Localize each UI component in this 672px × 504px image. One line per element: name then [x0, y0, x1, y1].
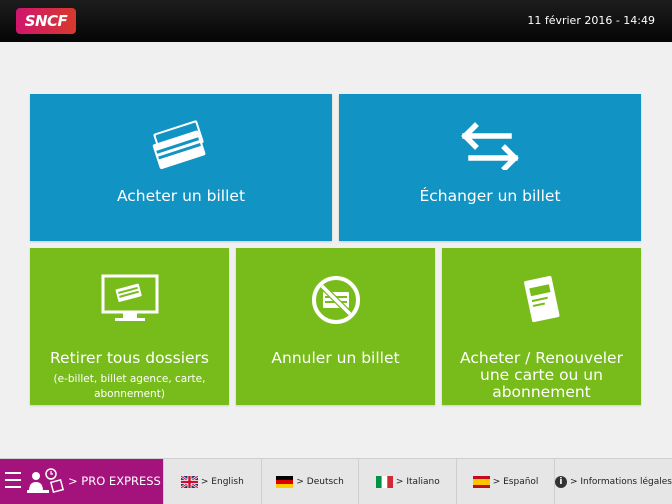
spain-flag-icon [472, 475, 490, 488]
language-deutsch-label: > Deutsch [296, 476, 344, 487]
collect-bookings-subtitle: (e-billet, billet agence, carte, abonnem… [53, 373, 206, 400]
legal-info-button[interactable]: i > Informations légales [553, 459, 672, 504]
language-deutsch-button[interactable]: > Deutsch [260, 459, 359, 504]
cancel-ticket-icon [236, 274, 435, 326]
info-icon: i [554, 475, 567, 488]
cancel-ticket-label: Annuler un billet [271, 349, 400, 367]
language-espanol-label: > Español [492, 476, 539, 487]
language-italiano-button[interactable]: > Italiano [358, 459, 457, 504]
language-english-button[interactable]: > English [163, 459, 261, 504]
italy-flag-icon [375, 475, 393, 488]
exchange-ticket-tile[interactable]: Échanger un billet [339, 94, 641, 241]
buy-ticket-tile[interactable]: Acheter un billet [30, 94, 332, 241]
sncf-logo: SNCF [16, 8, 76, 34]
main-menu: Acheter un billet Échanger un billet Ret… [0, 42, 672, 458]
datetime-display: 11 février 2016 - 14:49 [527, 14, 655, 27]
pro-express-label: > PRO EXPRESS [68, 474, 161, 488]
germany-flag-icon [276, 475, 294, 488]
menu-icon[interactable] [5, 472, 21, 493]
uk-flag-icon [180, 474, 199, 489]
cancel-ticket-tile[interactable]: Annuler un billet [236, 248, 435, 405]
buy-card-subscription-label: Acheter / Renouveler une carte ou un abo… [460, 349, 623, 401]
legal-info-label: > Informations légales [569, 476, 672, 487]
card-icon [442, 272, 641, 328]
language-espanol-button[interactable]: > Español [456, 459, 554, 504]
bottom-bar: > PRO EXPRESS > English > Deutsch > Ital… [0, 458, 672, 504]
tickets-icon [30, 118, 332, 174]
pro-express-icon [25, 467, 65, 499]
monitor-ticket-icon [30, 274, 229, 324]
exchange-arrows-icon [339, 122, 641, 170]
collect-bookings-label: Retirer tous dossiers [49, 349, 209, 367]
collect-bookings-tile[interactable]: Retirer tous dossiers (e-billet, billet … [30, 248, 229, 405]
exchange-ticket-label: Échanger un billet [419, 187, 561, 205]
language-italiano-label: > Italiano [395, 476, 440, 487]
buy-card-subscription-tile[interactable]: Acheter / Renouveler une carte ou un abo… [442, 248, 641, 405]
pro-express-button[interactable]: > PRO EXPRESS [0, 459, 163, 504]
top-bar: SNCF 11 février 2016 - 14:49 [0, 0, 672, 42]
language-english-label: > English [200, 476, 244, 487]
buy-ticket-label: Acheter un billet [116, 187, 246, 205]
